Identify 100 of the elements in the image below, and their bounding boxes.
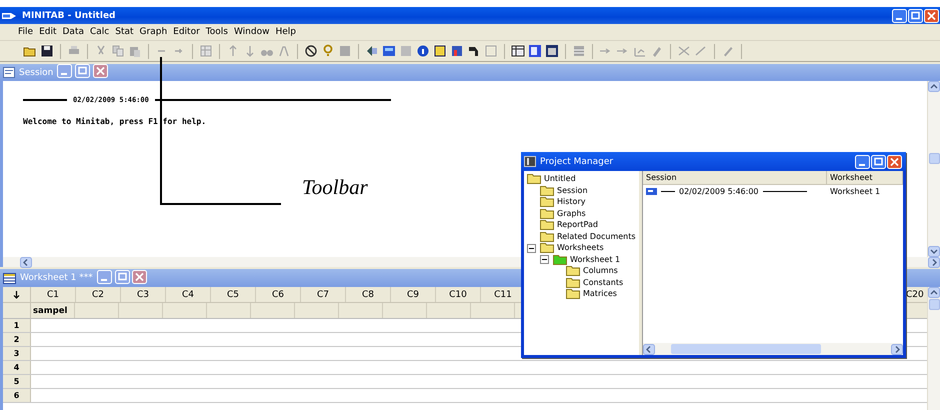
worksheet-folder-icon	[553, 254, 567, 265]
worksheet-icon	[3, 272, 16, 284]
tree-item[interactable]: Graphs	[557, 208, 586, 218]
cancel-icon[interactable]	[304, 44, 318, 58]
data-window-icon[interactable]	[545, 44, 559, 58]
row-number[interactable]: 5	[3, 375, 31, 388]
folder-icon	[540, 184, 554, 196]
tree-item[interactable]: Matrices	[583, 289, 617, 298]
edit-graph-icon[interactable]	[650, 44, 664, 58]
scrollbar-thumb[interactable]	[928, 153, 940, 164]
window-title: MINITAB - Untitled	[22, 10, 116, 20]
close-button[interactable]	[132, 270, 148, 284]
row-number[interactable]: 4	[3, 361, 31, 374]
close-button[interactable]	[924, 8, 939, 22]
menu-item[interactable]: Graph	[140, 27, 168, 37]
pointer-icon[interactable]	[467, 44, 481, 58]
scroll-right-button[interactable]	[891, 344, 903, 354]
list-cell[interactable]: 02/02/2009 5:46:00	[679, 187, 758, 196]
session-icon[interactable]	[365, 44, 379, 58]
menu-item[interactable]: Edit	[39, 27, 56, 37]
column-header[interactable]: C4	[166, 287, 211, 302]
divider-line	[762, 190, 806, 192]
session-icon	[646, 187, 657, 196]
menu-item[interactable]: Window	[234, 27, 270, 37]
vertical-scrollbar[interactable]	[927, 81, 940, 257]
scroll-up-button[interactable]	[928, 81, 940, 92]
list-column-header[interactable]: Session	[643, 171, 827, 184]
collapse-button[interactable]	[540, 255, 549, 264]
slash-icon[interactable]	[694, 44, 708, 58]
menu-item[interactable]: Help	[275, 27, 296, 37]
menu-item[interactable]: Calc	[90, 27, 110, 37]
tree-item[interactable]: Untitled	[544, 174, 576, 184]
column-header[interactable]: C10	[436, 287, 481, 302]
column-header[interactable]: C6	[256, 287, 301, 302]
column-header[interactable]: C20	[903, 287, 927, 302]
notepad-icon[interactable]	[433, 44, 447, 58]
list-column-header[interactable]: Worksheet	[827, 171, 903, 184]
vertical-scrollbar[interactable]	[927, 287, 940, 410]
tree-item[interactable]: Session	[557, 186, 588, 195]
maximize-button[interactable]	[871, 154, 886, 168]
row-number[interactable]: 2	[3, 333, 31, 346]
column-header[interactable]: C5	[211, 287, 256, 302]
annotation-label: Toolbar	[302, 175, 368, 200]
window-title: Session	[19, 68, 54, 78]
close-button[interactable]	[93, 64, 108, 78]
scrollbar-thumb[interactable]	[928, 299, 940, 310]
menu-item[interactable]: Stat	[115, 27, 134, 37]
worksheet-icon[interactable]	[382, 44, 396, 58]
tree-item[interactable]: Worksheets	[557, 243, 604, 252]
column-header[interactable]: C1	[31, 287, 76, 302]
column-header[interactable]: C8	[346, 287, 391, 302]
row-number[interactable]: 3	[3, 347, 31, 360]
down-arrow-icon[interactable]	[13, 290, 20, 298]
menu-item[interactable]: Tools	[206, 27, 228, 37]
scroll-left-button[interactable]	[20, 256, 32, 268]
scroll-left-button[interactable]	[643, 344, 655, 354]
column-header[interactable]: C7	[301, 287, 346, 302]
divider-line	[661, 190, 675, 192]
scroll-right-button[interactable]	[928, 256, 940, 268]
document-icon[interactable]	[338, 44, 352, 58]
tree-item[interactable]: Related Documents	[557, 232, 636, 241]
menu-item[interactable]: Data	[62, 27, 84, 37]
chart-icon[interactable]	[450, 44, 464, 58]
tree-item[interactable]: History	[557, 197, 586, 206]
find-icon[interactable]	[277, 44, 291, 58]
row-number[interactable]: 1	[3, 319, 31, 332]
folder-icon	[540, 230, 554, 242]
save-icon[interactable]	[40, 44, 54, 58]
paste-icon[interactable]	[128, 44, 142, 58]
crossed-icon[interactable]	[677, 44, 691, 58]
column-header[interactable]: C3	[121, 287, 166, 302]
grid-icon[interactable]	[199, 44, 213, 58]
list-cell[interactable]: Worksheet 1	[830, 187, 880, 196]
tree-item[interactable]: Columns	[583, 266, 618, 276]
copy-icon[interactable]	[111, 44, 125, 58]
project-manager-icon	[524, 156, 536, 167]
window-title: Worksheet 1 ***	[20, 273, 93, 283]
menu-item[interactable]: Editor	[173, 27, 200, 37]
column-header[interactable]: C2	[76, 287, 121, 302]
minimize-button[interactable]	[855, 154, 870, 168]
tree-item[interactable]: ReportPad	[557, 220, 598, 230]
minimize-button[interactable]	[892, 8, 907, 22]
tree-item[interactable]: Constants	[583, 278, 624, 287]
pencil-icon[interactable]	[721, 44, 735, 58]
collapse-button[interactable]	[527, 244, 536, 252]
matrix-icon[interactable]	[572, 44, 586, 58]
close-button[interactable]	[887, 154, 902, 168]
menu-item[interactable]: File	[18, 27, 34, 37]
row-number[interactable]: 6	[3, 389, 31, 402]
scroll-up-button[interactable]	[928, 287, 940, 298]
table-icon[interactable]	[511, 44, 525, 58]
scroll-down-button[interactable]	[928, 246, 940, 257]
folder-icon	[566, 265, 580, 276]
divider-line	[23, 99, 67, 101]
stats-icon[interactable]	[528, 44, 542, 58]
info-icon[interactable]	[416, 44, 430, 58]
tree-item[interactable]: Worksheet 1	[570, 254, 620, 264]
maximize-button[interactable]	[908, 8, 923, 22]
column-header[interactable]: C9	[391, 287, 436, 302]
column-name-cell[interactable]: sampel	[31, 303, 75, 318]
